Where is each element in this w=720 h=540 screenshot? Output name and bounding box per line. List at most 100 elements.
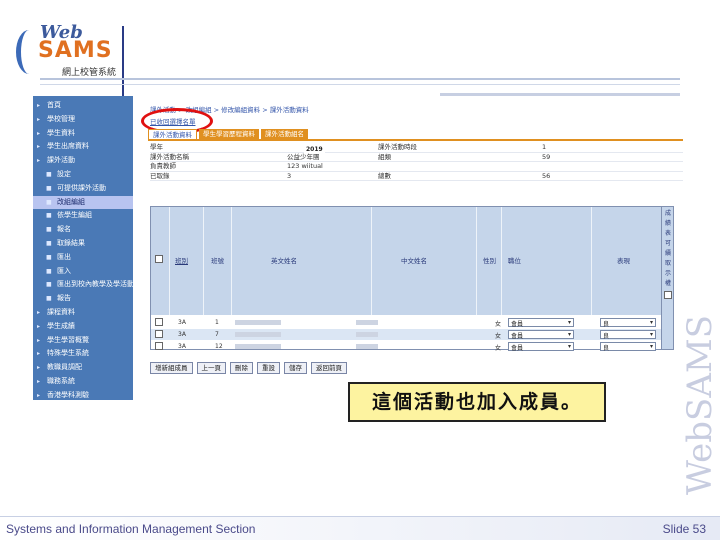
chevron-down-icon: ▾: [567, 343, 571, 350]
sidebar-item[interactable]: ■ 改組編組: [33, 195, 133, 210]
arrow-icon: ▸: [37, 308, 41, 316]
arrow-icon: ▸: [37, 143, 41, 151]
grid-header-2[interactable]: 班號: [211, 255, 224, 265]
sidebar-item-label: 首頁: [47, 101, 61, 109]
performance-select[interactable]: 良 ▾: [600, 342, 656, 352]
action-button-0[interactable]: 增新組成員: [150, 362, 193, 374]
action-button-3[interactable]: 重設: [257, 362, 280, 374]
sidebar-item[interactable]: ▸ 職務系統: [33, 375, 133, 389]
action-button-4[interactable]: 儲存: [284, 362, 307, 374]
post-select-value: 會員: [511, 333, 524, 340]
sidebar-item[interactable]: ■ 報告: [33, 292, 133, 306]
sidebar-item[interactable]: ▸ 學生成績: [33, 320, 133, 334]
sidebar-item[interactable]: ■ 報名: [33, 223, 133, 237]
sidebar-item-label: 取錄結果: [57, 238, 85, 247]
chevron-down-icon: ▾: [567, 331, 571, 338]
action-button-2[interactable]: 刪除: [230, 362, 253, 374]
sidebar-item-label: 學生成績: [47, 321, 75, 330]
sidebar-item[interactable]: ■ 依學生編組: [33, 209, 133, 223]
performance-select[interactable]: 良 ▾: [600, 330, 656, 340]
post-select[interactable]: 會員 ▾: [508, 318, 574, 328]
main-panel: 課外活動 > 改組編組 > 修改編組資料 > 課外活動資料 已收回選擇名單 課外…: [141, 96, 683, 400]
table-row: 3A 12 女會員 ▾ 良 ▾: [151, 341, 661, 352]
grid-side-header: 成績表可續取示權: [662, 206, 674, 350]
info-label: 學年: [150, 143, 163, 151]
sidebar-item-label: 匯入: [57, 266, 71, 275]
sidebar-item[interactable]: ▸ 學生出席資料: [33, 140, 133, 154]
cell-gender: 女: [495, 345, 502, 352]
action-button-5[interactable]: 返回前頁: [311, 362, 347, 374]
sidebar-item[interactable]: ▸ 課程資料: [33, 306, 133, 320]
redacted-english-name: [235, 332, 281, 337]
performance-select-value: 良: [603, 321, 610, 328]
redacted-chinese-name: [356, 320, 378, 325]
sidebar-item[interactable]: ▸ 教職員調配: [33, 361, 133, 375]
app-screenshot: ▸ 首頁 ▸ 學校管理 ▸ 學生資料 ▸ 學生出席資料 ▸ 課外活動 ■ 設定 ■ 可提供課外活動 ■ 改組編…: [33, 96, 683, 400]
sidebar-item[interactable]: ▸ 課外活動: [33, 154, 133, 168]
redacted-chinese-name: [356, 344, 378, 349]
sidebar-item[interactable]: ▸ 學生學習概覽: [33, 334, 133, 348]
sidebar-item[interactable]: ▸ 首頁: [33, 99, 133, 113]
row-checkbox[interactable]: [155, 342, 163, 350]
sidebar-item-label: 設定: [57, 169, 71, 178]
sidebar-item-label: 課外活動: [47, 156, 75, 165]
row-checkbox[interactable]: [155, 318, 163, 326]
sidebar-item-label: 可提供課外活動: [57, 183, 106, 192]
sidebar-item[interactable]: ■ 取錄結果: [33, 237, 133, 251]
sidebar-item-label: 學生學習概覽: [47, 335, 89, 344]
info-label: 組類: [378, 152, 391, 161]
post-select[interactable]: 會員 ▾: [508, 342, 574, 352]
grid-header-3[interactable]: 英文姓名: [271, 255, 297, 265]
sidebar-item[interactable]: ▸ 香港學科測驗: [33, 389, 133, 403]
bullet-icon: ■: [46, 295, 52, 303]
sidebar-item[interactable]: ■ 匯入: [33, 265, 133, 279]
grid-header-4[interactable]: 中文姓名: [401, 255, 427, 265]
post-select-value: 會員: [511, 345, 524, 352]
side-select-checkbox[interactable]: [664, 291, 672, 299]
row-checkbox[interactable]: [155, 330, 163, 338]
sidebar-item-label: 課程資料: [47, 307, 75, 316]
sidebar-item-label: 香港學科測驗: [47, 390, 89, 399]
cell-class-no: 1: [215, 319, 219, 326]
grid-header-7[interactable]: 表現: [617, 255, 630, 265]
sidebar-item-label: 匯出到校內教學及學活動: [57, 280, 133, 289]
sidebar-item[interactable]: ■ 匯出到校內教學及學活動: [33, 278, 133, 292]
sidebar-item[interactable]: ■ 匯出: [33, 251, 133, 265]
grid-header-6[interactable]: 職位: [508, 255, 521, 265]
sidebar-item[interactable]: ▸ 特殊學生系統: [33, 347, 133, 361]
info-label: 總數: [378, 171, 391, 180]
sidebar-item[interactable]: ■ 設定: [33, 168, 133, 182]
grid-header-5[interactable]: 性別: [483, 255, 496, 265]
header-divider: [122, 26, 124, 96]
sidebar-item[interactable]: ▸ 學校管理: [33, 113, 133, 127]
select-all-checkbox[interactable]: [155, 255, 163, 263]
cell-class-no: 7: [215, 331, 219, 338]
arrow-icon: ▸: [37, 157, 41, 165]
cell-class: 3A: [178, 331, 186, 338]
info-row: 學年 課外活動時段 1: [150, 143, 683, 153]
grid-header-1[interactable]: 班別: [175, 255, 188, 265]
websams-watermark: WebSAMS: [678, 290, 720, 520]
sidebar-item-label: 依學生編組: [57, 211, 92, 220]
table-row: 3A 1 女會員 ▾ 良 ▾: [151, 317, 661, 328]
info-value: 59: [542, 152, 551, 161]
sidebar-item[interactable]: ■ 可提供課外活動: [33, 182, 133, 196]
sidebar-nav: ▸ 首頁 ▸ 學校管理 ▸ 學生資料 ▸ 學生出席資料 ▸ 課外活動 ■ 設定 ■ 可提供課外活動 ■ 改組編…: [33, 96, 133, 400]
sidebar-item[interactable]: ▸ 學生資料: [33, 127, 133, 141]
performance-select[interactable]: 良 ▾: [600, 318, 656, 328]
arrow-icon: ▸: [37, 102, 41, 109]
chevron-down-icon: ▾: [649, 319, 653, 326]
bullet-icon: ■: [46, 184, 52, 192]
action-button-1[interactable]: 上一頁: [196, 362, 226, 374]
side-header-char: 可: [664, 240, 671, 247]
arrow-icon: ▸: [37, 391, 41, 399]
table-row: 3A 7 女會員 ▾ 良 ▾: [151, 329, 661, 340]
member-grid: 班別 班號 英文姓名 中文姓名 性別 職位 表現 3A 1 女會員 ▾ 良 ▾ 3A 7 女會員 ▾ 良 ▾ 3A 12…: [150, 206, 662, 352]
info-label: 負責教師: [150, 162, 176, 170]
post-select[interactable]: 會員 ▾: [508, 330, 574, 340]
info-value: 1: [542, 143, 547, 151]
bullet-icon: ■: [46, 198, 52, 206]
bullet-icon: ■: [46, 281, 52, 289]
side-header-char: 表: [664, 230, 671, 237]
sidebar-item-label: 職務系統: [47, 376, 75, 385]
